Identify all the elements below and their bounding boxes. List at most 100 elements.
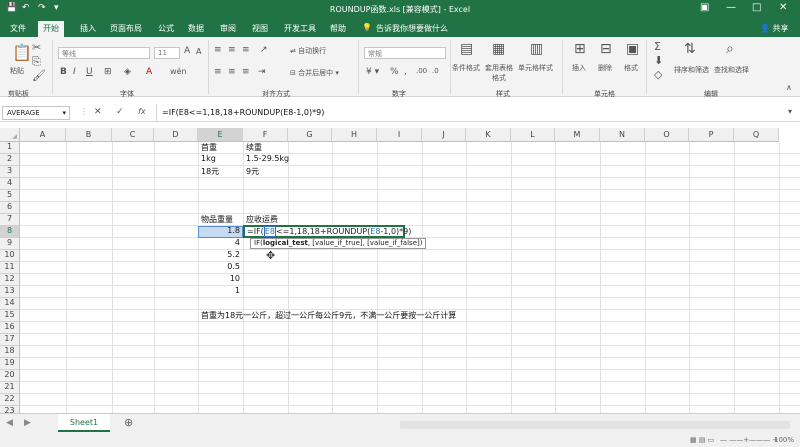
tab-help[interactable]: 帮助 xyxy=(330,23,346,34)
view-buttons[interactable]: ▦ ▤ ▭ xyxy=(690,436,714,444)
cell-style-label[interactable]: 单元格样式 xyxy=(518,63,553,73)
column-header-m[interactable]: M xyxy=(555,128,600,142)
column-header-e[interactable]: E xyxy=(198,128,243,142)
row-header-active[interactable]: 8 xyxy=(0,226,20,238)
row-header[interactable]: 7 xyxy=(0,214,20,226)
format-cells-icon[interactable]: ▣ xyxy=(626,41,639,57)
formula-input[interactable]: =IF(E8<=1,18,18+ROUNDUP(E8-1,0)*9) xyxy=(162,108,324,117)
delete-cells-icon[interactable]: ⊟ xyxy=(600,41,612,57)
align-left-icon[interactable]: ≡ xyxy=(214,67,222,77)
conditional-format-icon[interactable]: ▤ xyxy=(460,41,473,57)
scroll-right-icon[interactable]: ▶ xyxy=(24,418,31,428)
column-header-k[interactable]: K xyxy=(466,128,511,142)
row-header[interactable]: 12 xyxy=(0,274,20,286)
table-format-icon[interactable]: ▦ xyxy=(492,41,505,57)
column-header-g[interactable]: G xyxy=(288,128,332,142)
format-cells-label[interactable]: 格式 xyxy=(624,63,638,73)
clear-icon[interactable]: ◇ xyxy=(654,68,662,81)
paste-icon[interactable]: 📋 xyxy=(12,43,32,62)
cell-f8-editor[interactable]: =IF(E8<=1,18,18+ROUNDUP(E8-1,0)*9) xyxy=(243,225,411,238)
cell-e3[interactable]: 18元 xyxy=(201,166,219,177)
font-shrink-icon[interactable]: A xyxy=(196,47,201,56)
cell-f3[interactable]: 9元 xyxy=(246,166,259,177)
zoom-level[interactable]: 100% xyxy=(774,436,794,444)
cell-f1[interactable]: 续重 xyxy=(246,142,262,153)
cell-style-icon[interactable]: ▥ xyxy=(530,41,543,57)
autosum-icon[interactable]: Σ xyxy=(654,40,661,53)
font-grow-icon[interactable]: A xyxy=(184,46,190,56)
scroll-left-icon[interactable]: ◀ xyxy=(6,418,13,428)
cell-e9[interactable]: 4 xyxy=(199,238,240,247)
phonetic-icon[interactable]: wén xyxy=(170,67,187,76)
row-header[interactable]: 5 xyxy=(0,190,20,202)
horizontal-scrollbar[interactable] xyxy=(400,421,790,429)
cut-icon[interactable]: ✂ xyxy=(32,41,41,54)
table-format-label[interactable]: 套用表格格式 xyxy=(484,63,514,83)
name-box[interactable]: AVERAGE ▾ xyxy=(2,106,70,120)
column-header-i[interactable]: I xyxy=(377,128,422,142)
row-header[interactable]: 11 xyxy=(0,262,20,274)
tell-me-search[interactable]: 告诉我你想要做什么 xyxy=(376,23,448,34)
align-top-icon[interactable]: ≡ xyxy=(214,45,222,55)
row-header[interactable]: 1 xyxy=(0,142,20,154)
wrap-text-button[interactable]: ⇌ 自动换行 xyxy=(290,46,326,56)
italic-icon[interactable]: I xyxy=(73,67,76,77)
number-format-select[interactable]: 常规 xyxy=(364,47,446,59)
cell-e7[interactable]: 物品重量 xyxy=(201,214,233,225)
decimal-increase-icon[interactable]: .00 xyxy=(416,67,427,75)
align-right-icon[interactable]: ≡ xyxy=(242,67,250,77)
tab-page-layout[interactable]: 页面布局 xyxy=(110,23,142,34)
decimal-decrease-icon[interactable]: .0 xyxy=(432,67,439,75)
sort-filter-label[interactable]: 排序和筛选 xyxy=(674,65,709,75)
tab-view[interactable]: 视图 xyxy=(252,23,268,34)
select-all-corner[interactable]: ◢ xyxy=(0,128,20,142)
conditional-format-label[interactable]: 条件格式 xyxy=(452,63,480,73)
bold-icon[interactable]: B xyxy=(60,67,67,77)
row-header[interactable]: 6 xyxy=(0,202,20,214)
align-middle-icon[interactable]: ≡ xyxy=(228,45,236,55)
comma-style-icon[interactable]: , xyxy=(404,67,407,77)
cell-e15[interactable]: 首重为18元一公斤，超过一公斤每公斤9元，不满一公斤要按一公斤计算 xyxy=(201,310,456,321)
tab-review[interactable]: 审阅 xyxy=(220,23,236,34)
cell-e8[interactable]: 1.8 xyxy=(199,226,240,235)
font-name-select[interactable]: 等线 xyxy=(58,47,150,59)
confirm-button[interactable]: ✓ xyxy=(116,107,124,117)
tab-file[interactable]: 文件 xyxy=(10,23,26,34)
minimize-button[interactable]: — xyxy=(726,2,736,13)
row-header[interactable]: 21 xyxy=(0,382,20,394)
merge-center-button[interactable]: ⊟ 合并后居中 ▾ xyxy=(290,68,339,78)
cell-f7[interactable]: 应收运费 xyxy=(246,214,278,225)
cell-e11[interactable]: 0.5 xyxy=(199,262,240,271)
row-header[interactable]: 14 xyxy=(0,298,20,310)
row-header[interactable]: 23 xyxy=(0,406,20,413)
cancel-button[interactable]: ✕ xyxy=(94,107,102,117)
column-header-n[interactable]: N xyxy=(600,128,645,142)
zoom-slider[interactable]: — ——+——— + xyxy=(720,436,778,444)
font-color-icon[interactable]: A xyxy=(146,67,152,77)
share-button[interactable]: 👤 共享 xyxy=(760,23,789,34)
cell-e13[interactable]: 1 xyxy=(199,286,240,295)
cell-f2[interactable]: 1.5-29.5kg xyxy=(246,154,289,163)
column-header-q[interactable]: Q xyxy=(734,128,779,142)
column-header-h[interactable]: H xyxy=(332,128,377,142)
row-header[interactable]: 9 xyxy=(0,238,20,250)
row-header[interactable]: 4 xyxy=(0,178,20,190)
row-header[interactable]: 13 xyxy=(0,286,20,298)
column-header-d[interactable]: D xyxy=(154,128,198,142)
row-header[interactable]: 16 xyxy=(0,322,20,334)
maximize-button[interactable]: □ xyxy=(752,2,761,13)
find-select-label[interactable]: 查找和选择 xyxy=(714,65,749,75)
border-icon[interactable]: ⊞ xyxy=(104,67,112,77)
find-select-icon[interactable]: ⌕ xyxy=(726,41,734,57)
row-header[interactable]: 10 xyxy=(0,250,20,262)
row-header[interactable]: 15 xyxy=(0,310,20,322)
column-header-p[interactable]: P xyxy=(689,128,734,142)
sort-filter-icon[interactable]: ⇅ xyxy=(684,41,696,57)
accounting-format-icon[interactable]: ¥ ▾ xyxy=(366,67,379,77)
row-header[interactable]: 20 xyxy=(0,370,20,382)
tab-data[interactable]: 数据 xyxy=(188,23,204,34)
column-header-a[interactable]: A xyxy=(20,128,66,142)
row-header[interactable]: 2 xyxy=(0,154,20,166)
cell-e2[interactable]: 1kg xyxy=(201,154,216,163)
insert-function-button[interactable]: fx xyxy=(138,107,146,116)
